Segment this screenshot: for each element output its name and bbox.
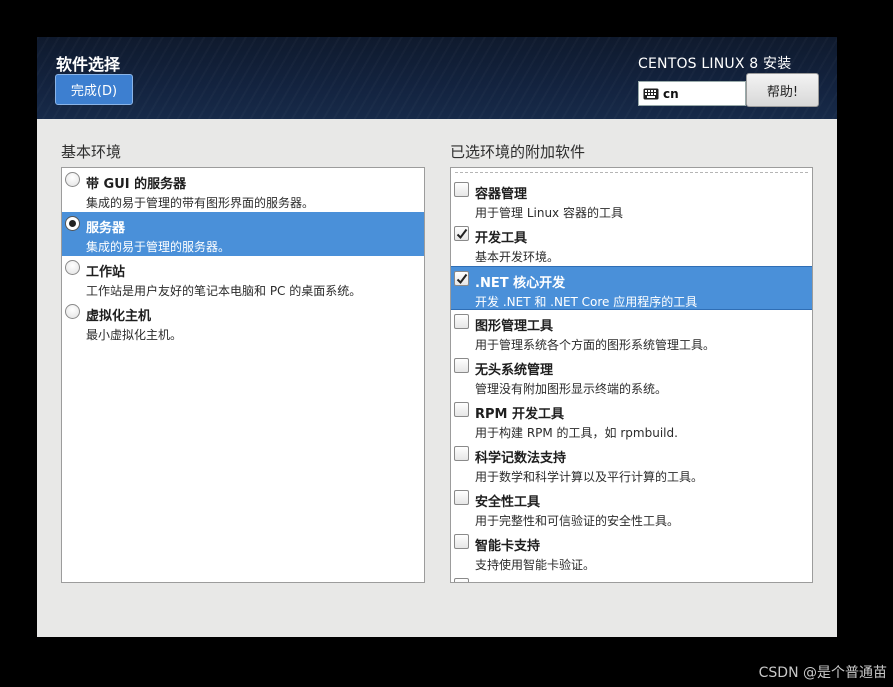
env-item-server-gui[interactable]: 带 GUI 的服务器 集成的易于管理的带有图形界面的服务器。: [62, 168, 424, 212]
addon-item-dotnet-core[interactable]: .NET 核心开发 开发 .NET 和 .NET Core 应用程序的工具: [451, 266, 812, 310]
addon-item-scientific-support[interactable]: 科学记数法支持 用于数学和科学计算以及平行计算的工具。: [451, 442, 812, 486]
addon-item-desc: 用于管理 Linux 容器的工具: [475, 206, 623, 220]
addon-item-headless-management[interactable]: 无头系统管理 管理没有附加图形显示终端的系统。: [451, 354, 812, 398]
checkbox-icon[interactable]: [454, 534, 469, 549]
env-item-virtualization-host[interactable]: 虚拟化主机 最小虚拟化主机。: [62, 300, 424, 344]
addon-item-title: .NET 核心开发: [475, 276, 566, 291]
addon-item-title: 容器管理: [475, 187, 528, 202]
checkbox-icon[interactable]: [454, 182, 469, 197]
checkbox-icon[interactable]: [454, 490, 469, 505]
base-environment-label: 基本环境: [61, 143, 122, 161]
radio-button[interactable]: [65, 304, 80, 319]
checkbox-icon[interactable]: [454, 358, 469, 373]
env-item-desc: 集成的易于管理的服务器。: [86, 240, 231, 254]
addon-item-rpm-development-tools[interactable]: RPM 开发工具 用于构建 RPM 的工具，如 rpmbuild.: [451, 398, 812, 442]
env-item-title: 带 GUI 的服务器: [86, 177, 187, 192]
env-item-desc: 集成的易于管理的带有图形界面的服务器。: [86, 196, 315, 210]
checkbox-icon[interactable]: [454, 402, 469, 417]
addon-item-desc: 用于数学和科学计算以及平行计算的工具。: [475, 470, 704, 484]
addon-item-title: RPM 开发工具: [475, 407, 565, 422]
env-item-title: 服务器: [86, 221, 126, 236]
addon-item-title: 安全性工具: [475, 495, 541, 510]
radio-button-selected[interactable]: [65, 216, 80, 231]
env-item-title: 工作站: [86, 265, 126, 280]
help-button[interactable]: 帮助!: [746, 73, 819, 107]
env-item-desc: 最小虚拟化主机。: [86, 328, 183, 342]
addon-item-desc: 用于完整性和可信验证的安全性工具。: [475, 514, 680, 528]
addon-item-development-tools[interactable]: 开发工具 基本开发环境。: [451, 222, 812, 266]
checkbox-icon[interactable]: [454, 314, 469, 329]
addon-item-graphical-admin-tools[interactable]: 图形管理工具 用于管理系统各个方面的图形系统管理工具。: [451, 310, 812, 354]
addon-item-desc: 基本开发环境。: [475, 250, 560, 264]
addon-item-container-management[interactable]: 容器管理 用于管理 Linux 容器的工具: [451, 178, 812, 222]
radio-button[interactable]: [65, 260, 80, 275]
addon-software-list: 容器管理 用于管理 Linux 容器的工具 开发工具 基本开发环境。 .NET …: [450, 167, 813, 583]
header-pattern: [37, 37, 837, 119]
checkbox-icon[interactable]: [454, 446, 469, 461]
addon-item-desc: 开发 .NET 和 .NET Core 应用程序的工具: [475, 295, 698, 309]
checkbox-checked-icon[interactable]: [454, 271, 469, 286]
addon-item-title: 无头系统管理: [475, 363, 554, 378]
scrolled-item-edge: [455, 172, 808, 173]
product-title: CENTOS LINUX 8 安装: [638, 56, 792, 72]
radio-button[interactable]: [65, 172, 80, 187]
addons-label: 已选环境的附加软件: [450, 143, 586, 161]
addon-item-desc: 用于管理系统各个方面的图形系统管理工具。: [475, 338, 716, 352]
header-bar: 软件选择 完成(D) CENTOS LINUX 8 安装 cn 帮助!: [37, 37, 837, 119]
keyboard-layout-indicator[interactable]: cn: [638, 81, 746, 106]
env-item-desc: 工作站是用户友好的笔记本电脑和 PC 的桌面系统。: [86, 284, 362, 298]
addon-item-security-tools[interactable]: 安全性工具 用于完整性和可信验证的安全性工具。: [451, 486, 812, 530]
env-item-workstation[interactable]: 工作站 工作站是用户友好的笔记本电脑和 PC 的桌面系统。: [62, 256, 424, 300]
keyboard-icon: [643, 88, 659, 99]
watermark: CSDN @是个普通苗: [758, 665, 887, 681]
addon-item-desc: 用于构建 RPM 的工具，如 rpmbuild.: [475, 426, 678, 440]
base-environment-list: 带 GUI 的服务器 集成的易于管理的带有图形界面的服务器。 服务器 集成的易于…: [61, 167, 425, 583]
env-item-server[interactable]: 服务器 集成的易于管理的服务器。: [62, 212, 424, 256]
addon-item-title: 智能卡支持: [475, 539, 541, 554]
env-item-title: 虚拟化主机: [86, 309, 152, 324]
keyboard-layout-label: cn: [663, 86, 679, 101]
page-title: 软件选择: [56, 55, 121, 74]
addon-item-title: 科学记数法支持: [475, 451, 567, 466]
addon-item-title: 图形管理工具: [475, 319, 554, 334]
addon-item-title: 开发工具: [475, 231, 528, 246]
checkbox-icon[interactable]: [454, 578, 469, 582]
done-button[interactable]: 完成(D): [55, 74, 133, 105]
checkbox-checked-icon[interactable]: [454, 226, 469, 241]
installer-window: 软件选择 完成(D) CENTOS LINUX 8 安装 cn 帮助! 基本环境…: [37, 37, 837, 637]
addon-item-desc: 支持使用智能卡验证。: [475, 558, 596, 572]
addon-item-desc: 管理没有附加图形显示终端的系统。: [475, 382, 668, 396]
addon-item-smart-card-support[interactable]: 智能卡支持 支持使用智能卡验证。: [451, 530, 812, 574]
